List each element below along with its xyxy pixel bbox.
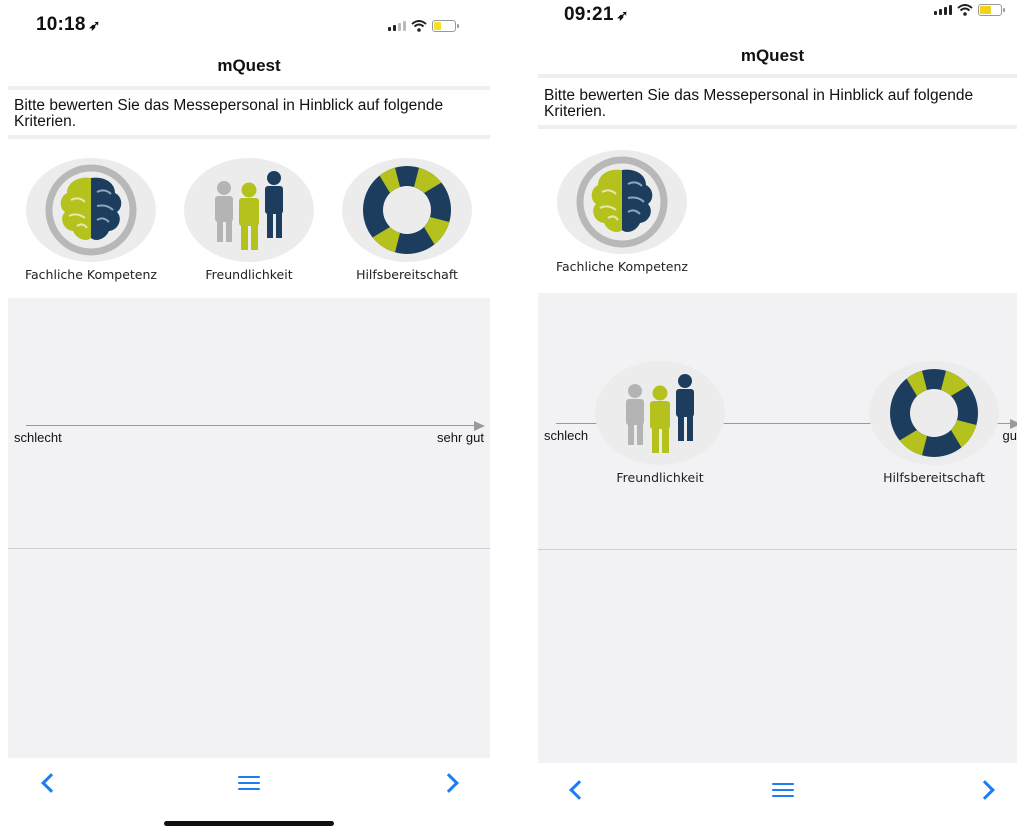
scale-line <box>26 425 478 426</box>
screen-right: 09:21 ➶ mQuest Bitte bewerten Sie das Mes… <box>528 0 1017 829</box>
separator <box>538 125 1017 129</box>
status-icons <box>934 4 1005 16</box>
battery-icon <box>978 4 1005 16</box>
option-circle <box>869 361 999 465</box>
placed-hilfsbereitschaft[interactable]: Hilfsbereitschaft <box>854 361 1014 485</box>
scale-max-label: sehr gut <box>437 430 484 445</box>
divider <box>538 549 1017 550</box>
option-label: Fachliche Kompetenz <box>555 259 688 274</box>
location-arrow-icon: ➶ <box>616 7 629 23</box>
option-label: Freundlichkeit <box>205 267 293 282</box>
option-hilfsbereitschaft[interactable]: Hilfsbereitschaft <box>328 158 486 282</box>
lifebuoy-icon <box>890 369 978 457</box>
separator <box>8 135 490 139</box>
wifi-icon <box>411 20 427 32</box>
next-chevron-icon[interactable] <box>975 780 995 800</box>
scale-min-label: schlecht <box>14 430 62 445</box>
option-fachliche-kompetenz[interactable]: Fachliche Kompetenz <box>542 150 702 274</box>
brain-icon <box>45 164 137 256</box>
option-freundlichkeit[interactable]: Freundlichkeit <box>170 158 328 282</box>
status-icons <box>388 20 459 32</box>
lifebuoy-icon <box>363 166 451 254</box>
back-chevron-icon[interactable] <box>41 773 61 793</box>
status-time: 10:18 ➶ <box>36 14 101 35</box>
screen-left: 10:18 ➶ mQuest Bitte bewerten Sie das Mes… <box>0 0 498 829</box>
battery-icon <box>432 20 459 32</box>
app-title: mQuest <box>217 56 281 75</box>
option-fachliche-kompetenz[interactable]: Fachliche Kompetenz <box>12 158 170 282</box>
rating-area[interactable]: schlecht sehr gut <box>8 298 490 758</box>
menu-icon[interactable] <box>772 783 794 801</box>
app-title: mQuest <box>740 46 805 65</box>
question-text: Bitte bewerten Sie das Messepersonal in … <box>544 87 974 120</box>
people-icon <box>626 374 694 453</box>
signal-icon <box>388 21 406 31</box>
signal-icon <box>934 5 952 15</box>
status-time: 09:21 ➶ <box>564 4 629 25</box>
option-label: Freundlichkeit <box>616 470 704 485</box>
placed-freundlichkeit[interactable]: Freundlichkeit <box>580 361 740 485</box>
back-chevron-icon[interactable] <box>569 780 589 800</box>
location-arrow-icon: ➶ <box>88 17 101 33</box>
option-circle <box>342 158 472 262</box>
rating-area[interactable]: schlech gu Freundlichkeit Hilfsbereitsch… <box>538 293 1017 763</box>
option-label: Hilfsbereitschaft <box>356 267 458 282</box>
wifi-icon <box>957 4 973 16</box>
next-chevron-icon[interactable] <box>439 773 459 793</box>
option-circle <box>184 158 314 262</box>
option-circle <box>595 361 725 465</box>
menu-icon[interactable] <box>238 776 260 794</box>
option-circle <box>26 158 156 262</box>
separator <box>8 86 490 90</box>
option-label: Hilfsbereitschaft <box>883 470 985 485</box>
question-text: Bitte bewerten Sie das Messepersonal in … <box>14 97 444 130</box>
people-icon <box>215 171 283 250</box>
option-circle <box>557 150 687 254</box>
divider <box>8 548 490 549</box>
brain-icon <box>576 156 668 248</box>
option-label: Fachliche Kompetenz <box>24 267 157 282</box>
home-indicator <box>164 821 334 826</box>
separator <box>538 74 1017 78</box>
